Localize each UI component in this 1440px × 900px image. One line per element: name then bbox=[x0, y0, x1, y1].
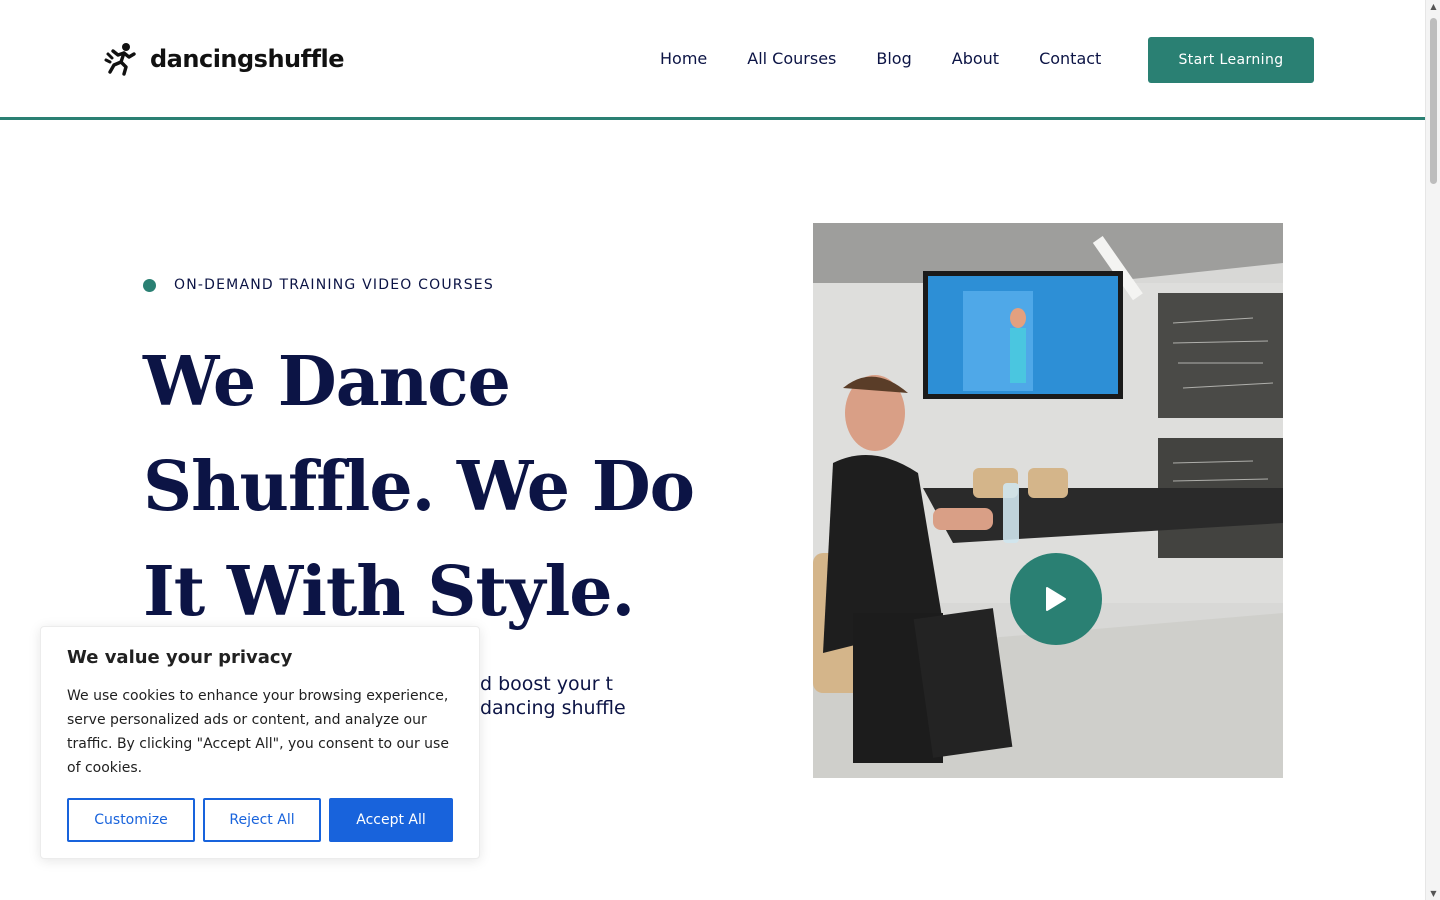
scroll-down-arrow-icon[interactable]: ▼ bbox=[1428, 889, 1439, 898]
scroll-thumb[interactable] bbox=[1430, 18, 1437, 184]
play-button[interactable] bbox=[1010, 553, 1102, 645]
play-icon bbox=[1046, 587, 1066, 611]
nav-home[interactable]: Home bbox=[640, 48, 727, 70]
site-logo[interactable]: dancingshuffle bbox=[104, 42, 345, 76]
eyebrow-text: ON-DEMAND TRAINING VIDEO COURSES bbox=[174, 277, 494, 293]
site-header: dancingshuffle Home All Courses Blog Abo… bbox=[0, 0, 1425, 120]
reject-all-button[interactable]: Reject All bbox=[203, 798, 321, 842]
cookie-title: We value your privacy bbox=[67, 647, 293, 668]
scroll-up-arrow-icon[interactable]: ▲ bbox=[1428, 2, 1439, 11]
nav-about[interactable]: About bbox=[932, 48, 1019, 70]
customize-button[interactable]: Customize bbox=[67, 798, 195, 842]
main-nav: Home All Courses Blog About Contact bbox=[640, 48, 1121, 70]
hero-video-thumbnail[interactable] bbox=[813, 223, 1283, 778]
start-learning-button[interactable]: Start Learning bbox=[1148, 37, 1314, 83]
cookie-text: We use cookies to enhance your browsing … bbox=[67, 688, 449, 776]
classroom-photo bbox=[813, 223, 1283, 778]
cookie-buttons: Customize Reject All Accept All bbox=[67, 798, 453, 842]
cookie-consent-banner: We value your privacy We use cookies to … bbox=[40, 626, 480, 859]
accept-all-button[interactable]: Accept All bbox=[329, 798, 453, 842]
nav-blog[interactable]: Blog bbox=[856, 48, 931, 70]
hero-eyebrow: ON-DEMAND TRAINING VIDEO COURSES bbox=[143, 277, 494, 293]
page-scrollbar[interactable]: ▲ ▼ bbox=[1425, 0, 1440, 900]
nav-all-courses[interactable]: All Courses bbox=[727, 48, 856, 70]
hero-title: We Dance Shuffle. We Do It With Style. bbox=[143, 342, 695, 632]
brand-name: dancingshuffle bbox=[150, 45, 345, 73]
dancer-icon bbox=[104, 43, 136, 76]
nav-contact[interactable]: Contact bbox=[1019, 48, 1121, 70]
dot-icon bbox=[143, 278, 156, 292]
